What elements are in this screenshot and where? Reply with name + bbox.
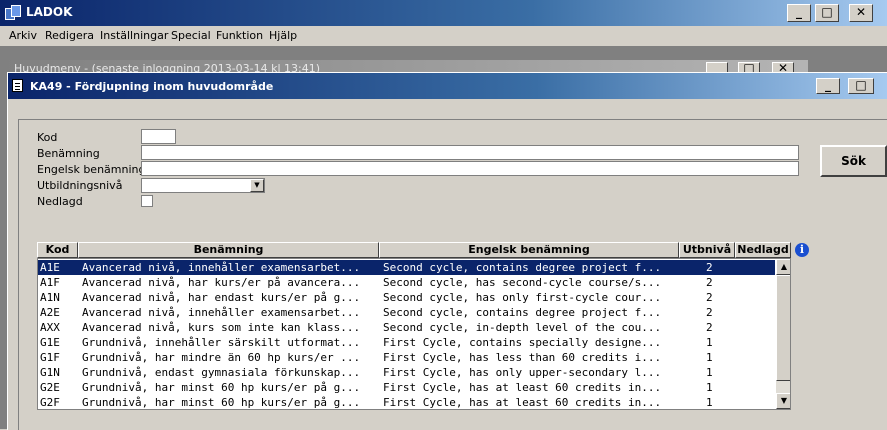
cell-kod: G2F xyxy=(40,396,60,409)
cell-utbniva: 2 xyxy=(706,276,713,289)
cell-utbniva: 2 xyxy=(706,261,713,274)
menu-hjalp[interactable]: Hjälp xyxy=(269,29,297,42)
table-scrollbar[interactable]: ▲ ▼ xyxy=(776,259,790,409)
cell-engelsk-benamning: First Cycle, contains specially designe.… xyxy=(383,336,662,349)
cell-kod: A2E xyxy=(40,306,60,319)
cell-benamning: Grundnivå, har mindre än 60 hp kurs/er .… xyxy=(82,351,361,364)
cell-benamning: Avancerad nivå, har endast kurs/er på g.… xyxy=(82,291,361,304)
column-kod[interactable]: Kod xyxy=(37,242,78,258)
cell-benamning: Grundnivå, innehåller särskilt utformat.… xyxy=(82,336,361,349)
cell-benamning: Grundnivå, har minst 60 hp kurs/er på g.… xyxy=(82,396,361,409)
cell-utbniva: 2 xyxy=(706,306,713,319)
menu-funktion[interactable]: Funktion xyxy=(216,29,263,42)
table-row[interactable]: G2F Grundnivå, har minst 60 hp kurs/er på… xyxy=(38,395,775,409)
column-benamning[interactable]: Benämning xyxy=(78,242,379,258)
app-title-bar: LADOK _ □ ✕ xyxy=(0,0,887,26)
results-table-header: Kod Benämning Engelsk benämning Utbnivå … xyxy=(37,242,817,258)
child-window-title: KA49 - Fördjupning inom huvudområde xyxy=(30,80,274,93)
cell-engelsk-benamning: First Cycle, has only upper-secondary l.… xyxy=(383,366,662,379)
cell-kod: AXX xyxy=(40,321,60,334)
table-row[interactable]: G2E Grundnivå, har minst 60 hp kurs/er på… xyxy=(38,380,775,395)
cell-utbniva: 2 xyxy=(706,321,713,334)
benamning-label: Benämning xyxy=(37,147,100,160)
table-row[interactable]: A1N Avancerad nivå, har endast kurs/er på… xyxy=(38,290,775,305)
column-utbniva[interactable]: Utbnivå xyxy=(679,242,735,258)
cell-utbniva: 2 xyxy=(706,291,713,304)
menu-special[interactable]: Special xyxy=(171,29,211,42)
cell-benamning: Grundnivå, endast gymnasiala förkunskap.… xyxy=(82,366,361,379)
menu-bar: Arkiv Redigera Inställningar Special Fun… xyxy=(0,26,887,46)
cell-benamning: Avancerad nivå, innehåller examensarbet.… xyxy=(82,261,361,274)
minimize-icon: _ xyxy=(825,78,831,92)
cell-kod: A1E xyxy=(40,261,60,274)
cell-kod: G1F xyxy=(40,351,60,364)
column-nedlagd[interactable]: Nedlagd xyxy=(735,242,791,258)
cell-benamning: Grundnivå, har minst 60 hp kurs/er på g.… xyxy=(82,381,361,394)
scroll-down-button[interactable]: ▼ xyxy=(776,393,790,409)
cell-engelsk-benamning: Second cycle, has only first-cycle cour.… xyxy=(383,291,662,304)
cell-engelsk-benamning: Second cycle, in-depth level of the cou.… xyxy=(383,321,662,334)
cell-engelsk-benamning: Second cycle, has second-cycle course/s.… xyxy=(383,276,662,289)
cell-engelsk-benamning: Second cycle, contains degree project f.… xyxy=(383,306,662,319)
app-title: LADOK xyxy=(26,5,73,19)
table-row[interactable]: A1F Avancerad nivå, har kurs/er på avance… xyxy=(38,275,775,290)
table-row[interactable]: AXX Avancerad nivå, kurs som inte kan kla… xyxy=(38,320,775,335)
maximize-icon: □ xyxy=(855,78,867,92)
ladok-app-icon xyxy=(5,5,21,20)
maximize-icon: □ xyxy=(821,5,833,19)
table-row[interactable]: G1N Grundnivå, endast gymnasiala förkunsk… xyxy=(38,365,775,380)
minimize-icon: _ xyxy=(796,5,802,19)
cell-kod: G2E xyxy=(40,381,60,394)
utbildningsniva-select[interactable]: ▼ xyxy=(141,178,265,193)
cell-kod: A1F xyxy=(40,276,60,289)
cell-benamning: Avancerad nivå, har kurs/er på avancera.… xyxy=(82,276,361,289)
cell-utbniva: 1 xyxy=(706,366,713,379)
menu-redigera[interactable]: Redigera xyxy=(45,29,94,42)
kod-label: Kod xyxy=(37,131,58,144)
arrow-up-icon: ▲ xyxy=(780,262,788,271)
nedlagd-label: Nedlagd xyxy=(37,195,83,208)
info-icon[interactable]: i xyxy=(795,243,809,257)
cell-utbniva: 1 xyxy=(706,351,713,364)
table-row[interactable]: A1E Avancerad nivå, innehåller examensarb… xyxy=(38,260,775,275)
column-engelsk-benamning[interactable]: Engelsk benämning xyxy=(379,242,679,258)
engelsk-benamning-input[interactable] xyxy=(141,161,799,176)
minimize-button[interactable]: _ xyxy=(787,4,811,22)
benamning-input[interactable] xyxy=(141,145,799,160)
cell-kod: G1E xyxy=(40,336,60,349)
child-title-bar: KA49 - Fördjupning inom huvudområde _ □ xyxy=(8,73,887,99)
table-row[interactable]: G1E Grundnivå, innehåller särskilt utform… xyxy=(38,335,775,350)
scroll-up-button[interactable]: ▲ xyxy=(776,259,790,275)
cell-benamning: Avancerad nivå, kurs som inte kan klass.… xyxy=(82,321,361,334)
cell-kod: G1N xyxy=(40,366,60,379)
search-button[interactable]: Sök xyxy=(820,145,887,177)
document-icon xyxy=(12,79,23,92)
dropdown-arrow-icon[interactable]: ▼ xyxy=(250,179,264,192)
close-icon: ✕ xyxy=(855,5,867,19)
cell-utbniva: 1 xyxy=(706,336,713,349)
child-maximize-button[interactable]: □ xyxy=(848,78,874,94)
table-row[interactable]: A2E Avancerad nivå, innehåller examensarb… xyxy=(38,305,775,320)
cell-utbniva: 1 xyxy=(706,381,713,394)
arrow-down-icon: ▼ xyxy=(780,396,788,405)
cell-engelsk-benamning: First Cycle, has at least 60 credits in.… xyxy=(383,381,662,394)
nedlagd-checkbox[interactable] xyxy=(141,195,153,207)
cell-benamning: Avancerad nivå, innehåller examensarbet.… xyxy=(82,306,361,319)
child-minimize-button[interactable]: _ xyxy=(816,78,840,94)
results-table: A1E Avancerad nivå, innehåller examensarb… xyxy=(37,258,791,410)
scroll-thumb[interactable] xyxy=(776,275,790,381)
maximize-button[interactable]: □ xyxy=(815,4,839,22)
table-row[interactable]: G1F Grundnivå, har mindre än 60 hp kurs/e… xyxy=(38,350,775,365)
cell-utbniva: 1 xyxy=(706,396,713,409)
menu-installningar[interactable]: Inställningar xyxy=(100,29,168,42)
cell-engelsk-benamning: First Cycle, has at least 60 credits in.… xyxy=(383,396,662,409)
engelsk-benamning-label: Engelsk benämning xyxy=(37,163,146,176)
cell-kod: A1N xyxy=(40,291,60,304)
utbildningsniva-label: Utbildningsnivå xyxy=(37,179,123,192)
kod-input[interactable] xyxy=(141,129,176,144)
menu-arkiv[interactable]: Arkiv xyxy=(9,29,37,42)
cell-engelsk-benamning: Second cycle, contains degree project f.… xyxy=(383,261,662,274)
close-button[interactable]: ✕ xyxy=(849,4,873,22)
cell-engelsk-benamning: First Cycle, has less than 60 credits i.… xyxy=(383,351,662,364)
